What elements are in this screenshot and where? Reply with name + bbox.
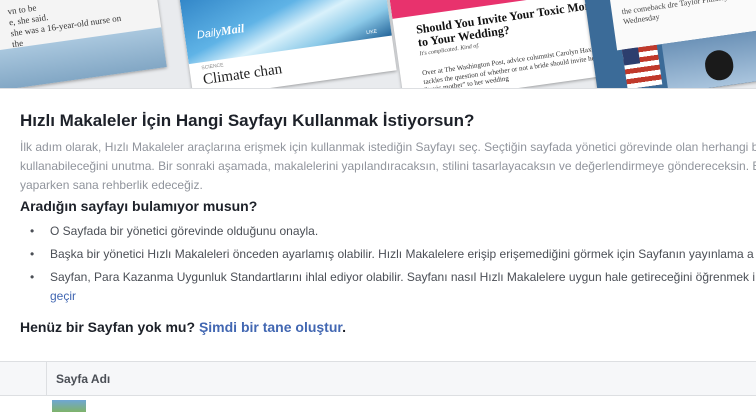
column-header-page-name[interactable]: Sayfa Adı: [56, 372, 110, 386]
article-preview-card: DailyMail LIKE SCIENCE Climate chan: [178, 0, 397, 88]
help-list: O Sayfada bir yönetici görevinde olduğun…: [20, 222, 756, 310]
article-preview-card: Should You Invite Your Toxic Mom to Your…: [387, 0, 613, 88]
list-item: Başka bir yönetici Hızlı Makaleleri önce…: [20, 245, 756, 264]
main-content: Hızlı Makaleler İçin Hangi Sayfayı Kulla…: [20, 110, 756, 195]
intro-text: İlk adım olarak, Hızlı Makaleler araçlar…: [20, 140, 756, 192]
no-page-prompt: Henüz bir Sayfan yok mu? Şimdi bir tane …: [20, 319, 346, 335]
create-page-link[interactable]: Şimdi bir tane oluştur: [199, 319, 342, 335]
page-title: Hızlı Makaleler İçin Hangi Sayfayı Kulla…: [20, 111, 475, 130]
pages-table: Sayfa Adı: [0, 361, 756, 412]
article-preview-card: the comeback dre Taylor Phinney fell a r…: [582, 0, 756, 88]
article-preview-card: vn to be e, she said. she was a 16-year-…: [0, 0, 167, 88]
page-thumbnail[interactable]: [52, 400, 86, 412]
list-item: O Sayfada bir yönetici görevinde olduğun…: [20, 222, 756, 241]
list-item-text: Sayfan, Para Kazanma Uygunluk Standartla…: [50, 270, 756, 284]
learn-more-link[interactable]: geçir: [50, 289, 76, 303]
flag-image: [622, 44, 663, 88]
list-item: Sayfan, Para Kazanma Uygunluk Standartla…: [20, 268, 756, 306]
create-suffix: .: [342, 319, 346, 335]
hero-banner: vn to be e, she said. she was a 16-year-…: [0, 0, 756, 89]
no-page-text: Henüz bir Sayfan yok mu?: [20, 319, 196, 335]
not-found-heading: Aradığın sayfayı bulamıyor musun?: [20, 198, 258, 214]
